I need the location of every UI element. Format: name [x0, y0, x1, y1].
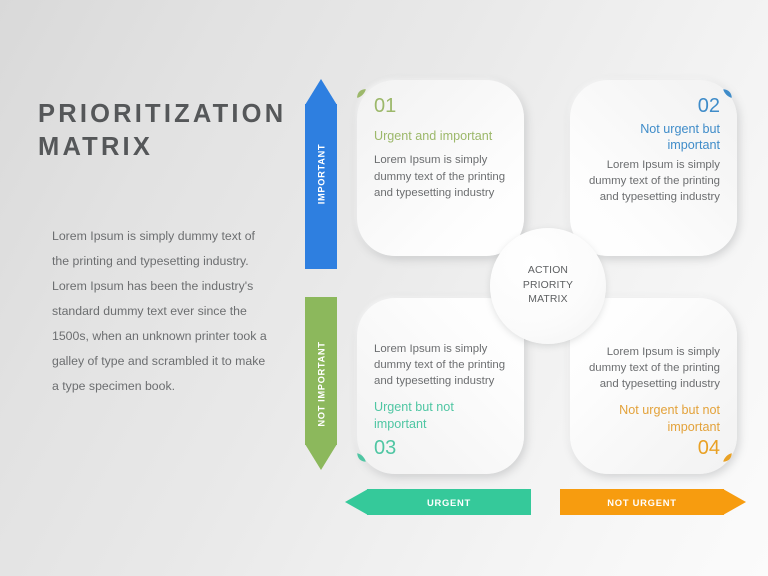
axis-arrow-not-important: NOT IMPORTANT: [305, 297, 337, 470]
axis-label-urgent: URGENT: [426, 496, 472, 508]
arrow-right-icon: [723, 489, 746, 515]
quadrant-body: Lorem Ipsum is simply dummy text of the …: [588, 345, 720, 391]
quadrant-number: 04: [697, 437, 720, 459]
arrow-up-icon: [305, 79, 337, 105]
intro-paragraph: Lorem Ipsum is simply dummy text of the …: [52, 229, 267, 393]
quadrant-heading: Urgent and important: [374, 129, 493, 143]
slide-canvas: PRIORITIZATION MATRIX Lorem Ipsum is sim…: [0, 0, 768, 576]
page-title: PRIORITIZATION MATRIX: [38, 98, 290, 164]
quadrant-number: 03: [374, 437, 397, 459]
axis-arrow-not-urgent: NOT URGENT: [560, 489, 746, 515]
arrow-down-icon: [305, 444, 337, 470]
quadrant-card-04[interactable]: Lorem Ipsum is simply dummy text of the …: [570, 298, 737, 474]
leaf-accent-icon: [723, 453, 732, 462]
quadrant-heading: Not urgent but important: [640, 122, 720, 153]
leaf-accent-icon: [723, 89, 732, 98]
quadrant-body: Lorem Ipsum is simply dummy text of the …: [374, 342, 506, 388]
axis-label-important: IMPORTANT: [315, 143, 327, 205]
quadrant-card-03[interactable]: Lorem Ipsum is simply dummy text of the …: [357, 298, 524, 474]
page-title-line-1: PRIORITIZATION: [38, 100, 287, 128]
quadrant-number: 01: [374, 95, 397, 117]
quadrant-card-01[interactable]: 01 Urgent and important Lorem Ipsum is s…: [357, 80, 524, 256]
quadrant-card-02[interactable]: 02 Not urgent but important Lorem Ipsum …: [570, 80, 737, 256]
quadrant-number: 02: [697, 95, 720, 117]
quadrant-body: Lorem Ipsum is simply dummy text of the …: [588, 158, 720, 204]
center-circle: ACTION PRIORITY MATRIX: [490, 228, 606, 344]
axis-label-not-important: NOT IMPORTANT: [315, 340, 327, 427]
quadrant-body: Lorem Ipsum is simply dummy text of the …: [374, 154, 506, 199]
axis-arrow-urgent: URGENT: [345, 489, 531, 515]
leaf-accent-icon: [356, 88, 367, 99]
quadrant-heading: Not urgent but not important: [619, 403, 720, 434]
axis-arrow-important: IMPORTANT: [305, 79, 337, 269]
center-label: ACTION PRIORITY MATRIX: [522, 264, 574, 306]
axis-label-not-urgent: NOT URGENT: [607, 496, 677, 508]
left-text-panel: PRIORITIZATION MATRIX Lorem Ipsum is sim…: [38, 98, 290, 393]
arrow-left-icon: [345, 489, 368, 515]
page-title-line-2: MATRIX: [38, 133, 154, 162]
leaf-accent-icon: [357, 453, 366, 462]
quadrant-heading: Urgent but not important: [374, 400, 454, 431]
